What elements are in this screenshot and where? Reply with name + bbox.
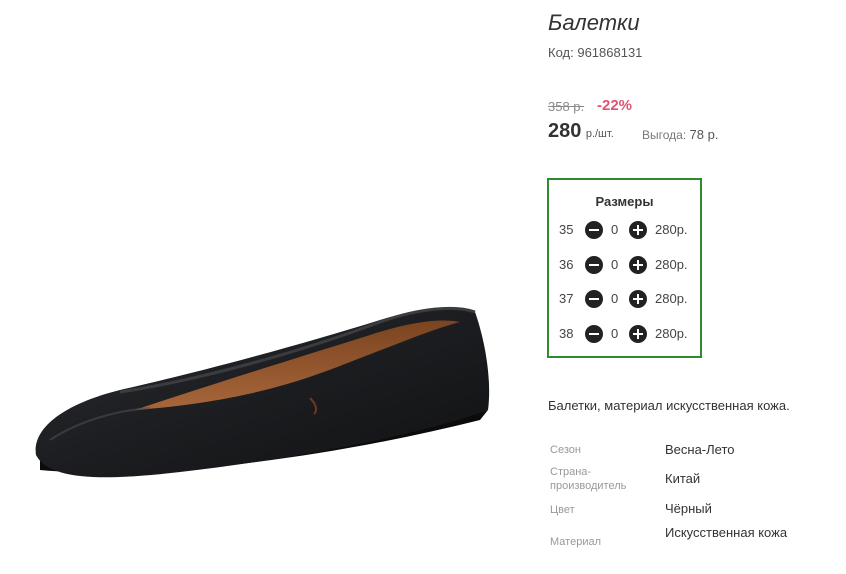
minus-circle-icon[interactable] <box>585 325 603 343</box>
size-row: 36 0 280р. <box>559 255 694 275</box>
minus-circle-icon[interactable] <box>585 256 603 274</box>
price-unit: р./шт. <box>585 128 614 140</box>
attribute-label-country: Страна- производитель <box>550 465 626 493</box>
product-code-value: 961868131 <box>577 45 643 60</box>
price-value: 280 <box>548 120 582 142</box>
size-quantity: 0 <box>611 222 619 237</box>
product-description: Балетки, материал искусственная кожа. <box>548 398 790 413</box>
size-label: 37 <box>559 291 574 306</box>
minus-circle-icon[interactable] <box>585 221 603 239</box>
savings-value: 78 р. <box>689 127 719 142</box>
plus-circle-icon[interactable] <box>629 221 647 239</box>
size-label: 36 <box>559 257 574 272</box>
old-price: 358 р. <box>548 99 585 114</box>
size-quantity: 0 <box>611 326 619 341</box>
sizes-panel: Размеры 35 0 280р. 36 0 280р. 37 0 280р.… <box>547 178 702 358</box>
product-title: Балетки <box>548 10 640 35</box>
savings-label: Выгода: <box>642 128 687 142</box>
size-label: 35 <box>559 222 574 237</box>
plus-circle-icon[interactable] <box>629 256 647 274</box>
size-row: 38 0 280р. <box>559 324 694 344</box>
product-image <box>35 306 490 478</box>
attribute-label-country-line2: производитель <box>550 480 627 492</box>
savings: Выгода: 78 р. <box>642 127 718 142</box>
size-row: 37 0 280р. <box>559 289 694 309</box>
price: 280 р./шт. <box>548 120 614 143</box>
attribute-value-country: Китай <box>665 471 701 486</box>
minus-circle-icon[interactable] <box>585 290 603 308</box>
attribute-label-country-line1: Страна- <box>550 466 592 478</box>
size-price: 280р. <box>655 222 688 237</box>
size-quantity: 0 <box>611 291 619 306</box>
size-price: 280р. <box>655 291 688 306</box>
sizes-title: Размеры <box>595 194 654 209</box>
size-label: 38 <box>559 326 574 341</box>
size-quantity: 0 <box>611 257 619 272</box>
plus-circle-icon[interactable] <box>629 325 647 343</box>
attribute-value-season: Весна-Лето <box>665 442 735 457</box>
product-code-label: Код: <box>548 45 574 60</box>
attribute-value-color: Чёрный <box>665 501 712 516</box>
attribute-label-season: Сезон <box>550 444 581 456</box>
attribute-label-color: Цвет <box>550 504 575 516</box>
product-code: Код: 961868131 <box>548 45 642 60</box>
attribute-label-material: Материал <box>550 536 601 548</box>
size-row: 35 0 280р. <box>559 220 694 240</box>
size-price: 280р. <box>655 326 688 341</box>
size-price: 280р. <box>655 257 688 272</box>
product-page: Балетки Код: 961868131 358 р. -22% 280 р… <box>0 0 846 574</box>
discount-badge: -22% <box>597 97 633 114</box>
attribute-value-material: Искусственная кожа <box>665 525 788 540</box>
plus-circle-icon[interactable] <box>629 290 647 308</box>
